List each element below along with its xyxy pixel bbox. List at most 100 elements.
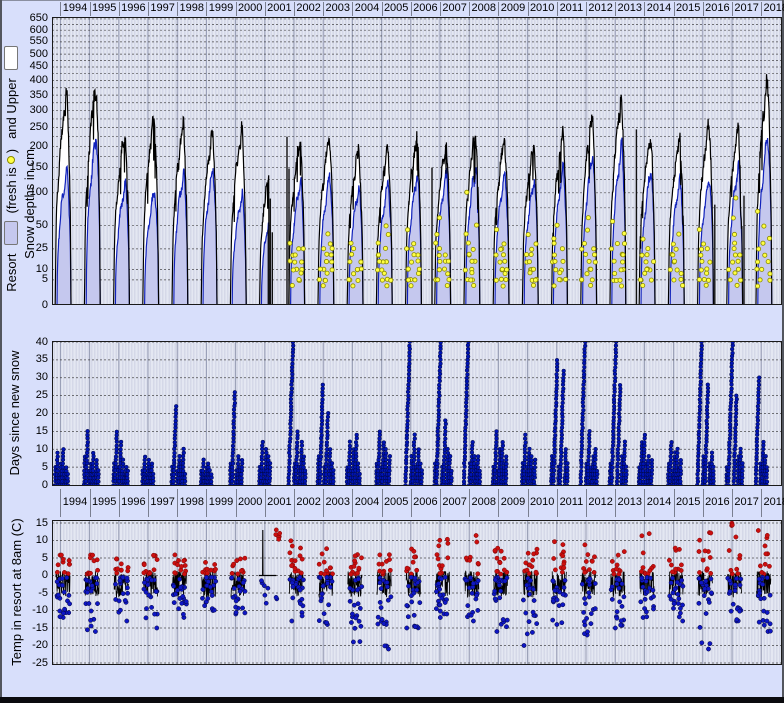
y-tick-label: 100 <box>0 186 48 199</box>
y-tick-label: 40 <box>0 336 48 349</box>
year-label-mid: 2006 <box>410 496 440 508</box>
year-label-mid: 1995 <box>89 496 119 508</box>
year-separator-top <box>615 2 616 16</box>
year-separator-mid <box>294 489 295 517</box>
year-label-top: 1997 <box>148 2 178 14</box>
y-tick-label: -15 <box>0 622 48 635</box>
year-label-mid: 2013 <box>615 496 645 508</box>
year-separator-top <box>732 2 733 16</box>
year-label-mid: 1997 <box>148 496 178 508</box>
year-separator-top <box>294 2 295 16</box>
year-label-mid: 2016 <box>702 496 732 508</box>
year-label-top: 1994 <box>60 2 90 14</box>
year-label-top: 1999 <box>206 2 236 14</box>
y-tick-label: 200 <box>0 140 48 153</box>
y-tick-label: 25 <box>0 242 48 255</box>
year-label-mid: 2008 <box>469 496 499 508</box>
year-separator-top <box>236 2 237 16</box>
y-tick-label: -5 <box>0 587 48 600</box>
y-tick-label: 10 <box>0 443 48 456</box>
y-tick-label: 30 <box>0 371 48 384</box>
year-label-top: 2017 <box>732 2 762 14</box>
y-tick-label: 450 <box>0 60 48 73</box>
year-label-top: 2015 <box>673 2 703 14</box>
y-tick-label: 15 <box>0 517 48 530</box>
year-separator-mid <box>615 489 616 517</box>
window-border-top <box>0 0 784 1</box>
year-label-mid: 1994 <box>60 496 90 508</box>
year-label-mid: 2018 <box>761 496 784 508</box>
y-tick-label: 500 <box>0 48 48 61</box>
year-label-top: 2013 <box>615 2 645 14</box>
year-separator-mid <box>674 489 675 517</box>
year-label-mid: 2009 <box>498 496 528 508</box>
year-separator-top <box>177 2 178 16</box>
year-label-mid: 2000 <box>235 496 265 508</box>
year-separator-mid <box>382 489 383 517</box>
snow-depth-plot <box>52 17 782 305</box>
y-tick-label: 0 <box>0 479 48 492</box>
year-separator-top <box>557 2 558 16</box>
year-separator-mid <box>528 489 529 517</box>
year-separator-mid <box>469 489 470 517</box>
year-separator-mid <box>206 489 207 517</box>
year-label-top: 2003 <box>323 2 353 14</box>
year-separator-mid <box>557 489 558 517</box>
y-tick-label: 15 <box>0 425 48 438</box>
year-separator-mid <box>265 489 266 517</box>
temp-panel <box>52 520 782 665</box>
year-label-mid: 1996 <box>118 496 148 508</box>
y-tick-label: -20 <box>0 639 48 652</box>
year-label-mid: 1999 <box>206 496 236 508</box>
year-separator-mid <box>236 489 237 517</box>
year-separator-mid <box>177 489 178 517</box>
year-separator-top <box>323 2 324 16</box>
year-separator-mid <box>703 489 704 517</box>
year-label-mid: 2002 <box>294 496 324 508</box>
year-label-mid: 2007 <box>440 496 470 508</box>
year-separator-top <box>411 2 412 16</box>
y-tick-label: 20 <box>0 407 48 420</box>
year-label-top: 2010 <box>527 2 557 14</box>
year-separator-top <box>498 2 499 16</box>
year-separator-mid <box>119 489 120 517</box>
year-label-top: 2006 <box>410 2 440 14</box>
year-label-top: 2001 <box>264 2 294 14</box>
year-separator-top <box>674 2 675 16</box>
year-separator-mid <box>732 489 733 517</box>
days-since-snow-plot <box>52 341 782 486</box>
year-label-mid: 2017 <box>732 496 762 508</box>
y-tick-label: 550 <box>0 35 48 48</box>
year-label-top: 1998 <box>177 2 207 14</box>
y-tick-label: 5 <box>0 552 48 565</box>
year-label-top: 2016 <box>702 2 732 14</box>
y-tick-label: 400 <box>0 74 48 87</box>
y-tick-label: 35 <box>0 353 48 366</box>
y-tick-label: 250 <box>0 121 48 134</box>
year-separator-top <box>382 2 383 16</box>
year-separator-mid <box>148 489 149 517</box>
year-label-top: 1996 <box>118 2 148 14</box>
year-label-mid: 2005 <box>381 496 411 508</box>
y-tick-label: 25 <box>0 389 48 402</box>
y-tick-label: 150 <box>0 161 48 174</box>
y-tick-label: 350 <box>0 89 48 102</box>
year-label-mid: 2010 <box>527 496 557 508</box>
year-label-top: 2009 <box>498 2 528 14</box>
year-separator-mid <box>761 489 762 517</box>
year-separator-mid <box>60 489 61 517</box>
year-separator-top <box>586 2 587 16</box>
year-label-mid: 1998 <box>177 496 207 508</box>
y-tick-label: 10 <box>0 534 48 547</box>
year-label-top: 2008 <box>469 2 499 14</box>
year-label-top: 2005 <box>381 2 411 14</box>
year-label-top: 2012 <box>586 2 616 14</box>
y-tick-label: -25 <box>0 657 48 670</box>
year-label-top: 2007 <box>440 2 470 14</box>
year-separator-mid <box>586 489 587 517</box>
y-tick-label: -10 <box>0 604 48 617</box>
year-separator-mid <box>440 489 441 517</box>
y-tick-label: 0 <box>0 569 48 582</box>
year-label-mid: 2012 <box>586 496 616 508</box>
year-label-top: 2000 <box>235 2 265 14</box>
